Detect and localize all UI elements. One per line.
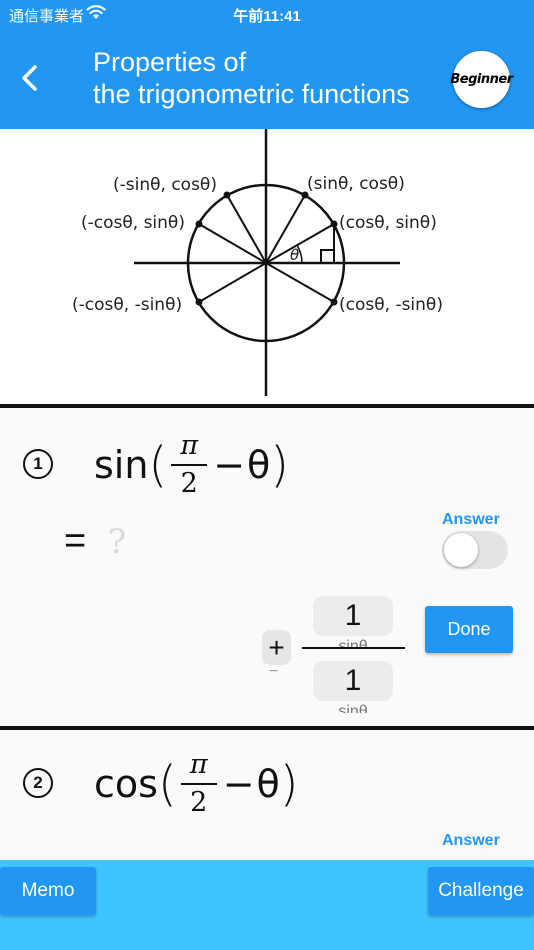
label-cos-neg-sin: (cosθ, -sinθ) xyxy=(339,295,443,315)
point-cos-neg-sin xyxy=(330,298,338,306)
point-neg-sin-cos xyxy=(223,191,231,199)
denominator-input[interactable]: 1 xyxy=(313,661,393,701)
point-neg-cos-neg-sin xyxy=(195,298,203,306)
back-arrow-icon[interactable] xyxy=(14,58,46,98)
point-neg-cos-sin xyxy=(195,220,203,228)
radius-cos-neg-sin xyxy=(265,262,335,303)
open-paren: ( xyxy=(148,437,168,493)
problem-expression-2: cos ( π 2 − θ ) xyxy=(94,749,299,819)
point-cos-sin xyxy=(330,220,338,228)
label-neg-sin-cos: (-sinθ, cosθ) xyxy=(113,175,217,195)
answer-label: Answer xyxy=(442,832,500,849)
close-paren: ) xyxy=(279,756,299,812)
sign-toggle-button[interactable]: + xyxy=(262,630,291,665)
function-name: sin xyxy=(94,443,149,487)
clock: 午前11:41 xyxy=(233,8,301,25)
fraction-denominator: 2 xyxy=(190,787,208,818)
unit-circle-svg: (-sinθ, cosθ) (sinθ, cosθ) (-cosθ, sinθ)… xyxy=(72,129,443,396)
open-paren: ( xyxy=(157,756,177,812)
equals-sign: = xyxy=(64,520,87,562)
label-neg-cos-sin: (-cosθ, sinθ) xyxy=(81,213,185,233)
done-button[interactable]: Done xyxy=(425,606,513,653)
level-badge[interactable]: Beginner xyxy=(450,51,513,108)
theta-variable: θ xyxy=(247,443,271,487)
pi-over-2-fraction: π 2 xyxy=(171,430,208,500)
fraction-bar xyxy=(180,783,217,785)
fraction-denominator: 2 xyxy=(180,468,198,499)
page-title: Properties of the trigonometric function… xyxy=(93,46,410,110)
bottom-bar: Memo Challenge xyxy=(0,860,534,950)
answer-toggle[interactable] xyxy=(442,531,508,569)
challenge-button[interactable]: Challenge xyxy=(428,867,534,915)
answer-label: Answer xyxy=(442,511,500,528)
sign-minus-option[interactable]: − xyxy=(269,663,278,681)
title-line-1: Properties of xyxy=(93,47,247,77)
label-theta: θ xyxy=(290,246,299,264)
right-angle-mark xyxy=(320,249,334,263)
denominator-scroll-next[interactable]: sinθ xyxy=(313,701,393,713)
minus-sign: − xyxy=(213,443,246,487)
app-bar: Properties of the trigonometric function… xyxy=(0,28,534,129)
label-neg-cos-neg-sin: (-cosθ, -sinθ) xyxy=(72,295,182,315)
problem-card-2: 2 cos ( π 2 − θ ) Answer xyxy=(0,730,534,860)
label-cos-sin: (cosθ, sinθ) xyxy=(339,213,437,233)
answer-placeholder: ? xyxy=(108,522,127,562)
problem-number-2: 2 xyxy=(23,768,53,798)
fraction-numerator: π xyxy=(189,749,208,780)
theta-variable: θ xyxy=(256,762,280,806)
problem-number-1: 1 xyxy=(23,449,53,479)
title-line-2: the trigonometric functions xyxy=(93,79,410,109)
memo-button[interactable]: Memo xyxy=(0,867,96,915)
function-name: cos xyxy=(94,762,158,806)
numerator-input[interactable]: 1 xyxy=(313,596,393,636)
minus-sign: − xyxy=(222,762,255,806)
pi-over-2-fraction: π 2 xyxy=(180,749,217,819)
answer-fraction-bar xyxy=(302,647,405,649)
problem-expression-1: sin ( π 2 − θ ) xyxy=(94,430,289,500)
radius-neg-cos-neg-sin xyxy=(198,262,267,303)
fraction-bar xyxy=(171,464,208,466)
label-sin-cos: (sinθ, cosθ) xyxy=(307,174,405,194)
toggle-knob xyxy=(444,533,478,567)
unit-circle-diagram: (-sinθ, cosθ) (sinθ, cosθ) (-cosθ, sinθ)… xyxy=(0,129,534,406)
status-bar: 通信事業者 午前11:41 xyxy=(0,0,534,28)
level-badge-text: Beginner xyxy=(450,72,513,87)
problem-card-1: 1 sin ( π 2 − θ ) = ? Answer xyxy=(0,408,534,726)
fraction-numerator: π xyxy=(180,430,199,461)
close-paren: ) xyxy=(270,437,290,493)
